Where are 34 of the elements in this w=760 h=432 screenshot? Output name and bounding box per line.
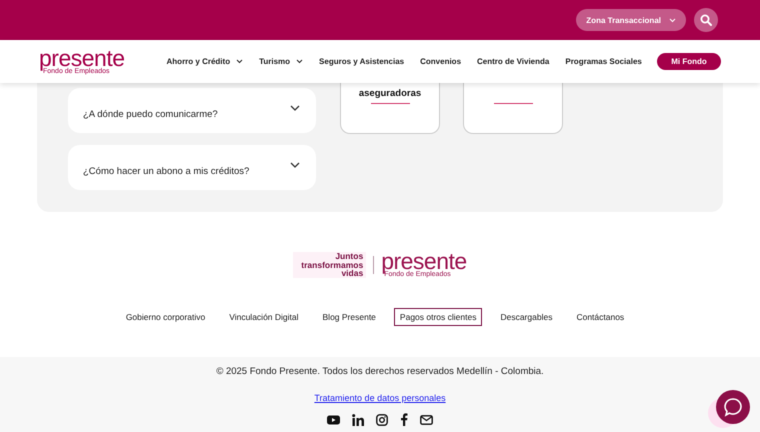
- nav-item[interactable]: Centro de Vivienda: [477, 57, 550, 66]
- chat-bubble-icon: [723, 397, 743, 417]
- account-button[interactable]: Mi Fondo: [657, 53, 721, 70]
- copyright-text: © 2025 Fondo Presente. Todos los derechos reservados Medellín - Colombia.: [216, 366, 544, 377]
- caret-icon: [669, 18, 676, 22]
- youtube-icon[interactable]: [327, 414, 340, 424]
- linkedin-icon[interactable]: [352, 414, 364, 426]
- faq-item[interactable]: ¿A dónde puedo comunicarme?: [68, 88, 316, 133]
- faq-item[interactable]: ¿Cómo hacer un abono a mis créditos?: [68, 145, 316, 190]
- facebook-icon[interactable]: [400, 413, 408, 426]
- transactional-zone-button[interactable]: Zona Transaccional: [576, 9, 686, 31]
- footer-link[interactable]: Blog Presente: [316, 308, 382, 326]
- caret-icon: [296, 59, 304, 64]
- search-icon: [700, 14, 712, 26]
- nav-item[interactable]: Turismo: [259, 57, 304, 66]
- footer-link[interactable]: Contáctanos: [570, 308, 630, 326]
- chevron-icon: [290, 162, 300, 168]
- email-icon[interactable]: [420, 414, 433, 424]
- tagline: Juntos transformamos vidas: [293, 252, 366, 278]
- nav-item[interactable]: Convenios: [420, 57, 462, 66]
- nav-item[interactable]: Seguros y Asistencias: [319, 57, 404, 66]
- nav-item[interactable]: Programas Sociales: [565, 57, 642, 66]
- chevron-icon: [290, 104, 300, 110]
- instagram-icon[interactable]: [376, 414, 388, 426]
- card-title: aseguradoras: [358, 88, 422, 99]
- nav-item[interactable]: Ahorro y Crédito: [166, 57, 244, 66]
- privacy-link[interactable]: Tratamiento de datos personales: [314, 393, 446, 403]
- footer-link[interactable]: Descargables: [494, 308, 558, 326]
- search-button[interactable]: [694, 8, 718, 32]
- caret-icon: [236, 59, 244, 64]
- footer-link[interactable]: Pagos otros clientes: [394, 308, 482, 326]
- info-card[interactable]: aseguradoras: [340, 83, 440, 134]
- footer-link[interactable]: Vinculación Digital: [223, 308, 305, 326]
- footer-link[interactable]: Gobierno corporativo: [120, 308, 212, 326]
